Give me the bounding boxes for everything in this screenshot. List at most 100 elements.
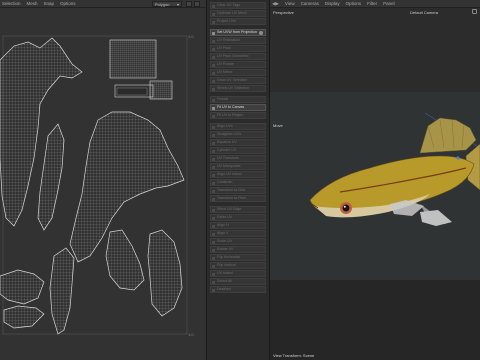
- viewport-menu-options[interactable]: Options: [346, 1, 362, 6]
- cmd-item[interactable]: UV Transform: [210, 155, 266, 162]
- uv-menu-snap[interactable]: Snap: [44, 1, 55, 6]
- cmd-item[interactable]: UV Rotate: [210, 61, 266, 68]
- cmd-item[interactable]: UV Mirror: [210, 69, 266, 76]
- cmd-item-label: UV Transform: [217, 156, 240, 160]
- uv-menu-mesh[interactable]: Mesh: [27, 1, 38, 6]
- cmd-item[interactable]: Flip Vertical: [210, 262, 266, 269]
- cmd-item[interactable]: Optimize UV Mesh: [210, 10, 266, 17]
- uv-mode-select[interactable]: Polygon: [152, 1, 182, 7]
- settings-dot-icon[interactable]: [259, 31, 263, 35]
- cmd-item[interactable]: Select All: [210, 278, 266, 285]
- viewport-projection-label: Perspective: [273, 10, 294, 15]
- cmd-item[interactable]: UV Manipulate: [210, 163, 266, 170]
- cmd-item-label: Equalize UV: [217, 140, 237, 144]
- cmd-item-label: Shrink UV Selection: [217, 86, 249, 90]
- cmd-item[interactable]: UV Island: [210, 270, 266, 277]
- uv-axis-label-top: 1.0: [188, 34, 194, 39]
- cmd-item-label: Rotate UV: [217, 247, 234, 251]
- cmd-item[interactable]: Relax UV: [210, 214, 266, 221]
- cmd-item[interactable]: Grow UV Selection: [210, 77, 266, 84]
- cmd-item[interactable]: Fit UV to Region: [210, 112, 266, 119]
- cmd-item-label: Clear UV Tags: [217, 3, 241, 7]
- viewport-icons: [472, 9, 477, 14]
- uv-tool-button-1[interactable]: [186, 1, 192, 7]
- viewport-menu-cameras[interactable]: Cameras: [301, 1, 319, 6]
- cmd-item-label: Constrain: [217, 180, 233, 184]
- cmd-item-label: UV Pack: [217, 46, 231, 50]
- cmd-item-label: Flip Vertical: [217, 263, 236, 267]
- cmd-item[interactable]: Cylinder UV: [210, 147, 266, 154]
- uv-menu-options[interactable]: Options: [60, 1, 76, 6]
- viewport-tool-label: Move: [273, 123, 283, 128]
- cmd-item[interactable]: Frontal: [210, 96, 266, 103]
- cmd-item-label: Cylinder UV: [217, 148, 237, 152]
- uv-tool-button-2[interactable]: [194, 1, 200, 7]
- cmd-item-set-uvw-from-projection[interactable]: Set UVW from Projection: [210, 29, 266, 36]
- cmd-item-label: Frontal: [217, 97, 229, 101]
- cmd-item[interactable]: Flip Horizontal: [210, 254, 266, 261]
- cmd-item[interactable]: Scale UV: [210, 238, 266, 245]
- cmd-item[interactable]: Stitch UV Edge: [210, 206, 266, 213]
- cmd-item[interactable]: Align H: [210, 222, 266, 229]
- cmd-item-label: UV Mirror: [217, 70, 233, 74]
- uv-mesh-islands: [0, 35, 188, 335]
- cmd-item-label: Align V: [217, 231, 229, 235]
- cmd-item-label: UV Island: [217, 271, 233, 275]
- cmd-item-label: Set UVW from Projection: [217, 30, 257, 34]
- cmd-item[interactable]: Align V: [210, 230, 266, 237]
- uv-toolbar-buttons: [186, 1, 200, 7]
- cmd-item-label: Straighten UVs: [217, 132, 242, 136]
- cmd-item[interactable]: UV Relaxation: [210, 37, 266, 44]
- cmd-item-label: Fit UV to Canvas: [217, 105, 245, 109]
- viewport-menu-view[interactable]: View: [285, 1, 295, 6]
- cmd-item[interactable]: Constrain: [210, 179, 266, 186]
- cmd-item-label: Transform to Grid: [217, 188, 246, 192]
- viewport-status-text: View Transform: Scene: [273, 353, 315, 358]
- cmd-item-label: Transform to Pixel: [217, 196, 247, 200]
- cmd-item-label: Align UVs: [217, 124, 233, 128]
- cmd-item[interactable]: Deselect: [210, 286, 266, 293]
- viewport-menubar: ◀▶ View Cameras Display Options Filter P…: [270, 0, 480, 8]
- cmd-item-label: UV Manipulate: [217, 164, 241, 168]
- cmd-item[interactable]: Align UV Island: [210, 171, 266, 178]
- cmd-item-label: Project UVs: [217, 19, 236, 23]
- viewport-camera-label[interactable]: Default Camera: [410, 10, 438, 15]
- cmd-item[interactable]: Straighten UVs: [210, 131, 266, 138]
- cmd-item[interactable]: Transform to Pixel: [210, 195, 266, 202]
- uv-canvas[interactable]: 1.0 1.0: [0, 8, 206, 360]
- cmd-item-label: Scale UV: [217, 239, 232, 243]
- cmd-item-label: Align H: [217, 223, 229, 227]
- 3d-viewport[interactable]: Perspective Default Camera Move View Tra…: [270, 8, 480, 360]
- cmd-item-fit-uv-to-canvas[interactable]: Fit UV to Canvas: [210, 104, 266, 111]
- viewport-menu-display[interactable]: Display: [325, 1, 340, 6]
- cmd-item[interactable]: Clear UV Tags: [210, 2, 266, 9]
- uv-menu-selection[interactable]: Selection: [2, 1, 21, 6]
- cmd-item-label: Flip Horizontal: [217, 255, 240, 259]
- cmd-item[interactable]: Align UVs: [210, 123, 266, 130]
- cmd-item-label: Grow UV Selection: [217, 78, 248, 82]
- cmd-item[interactable]: Shrink UV Selection: [210, 85, 266, 92]
- viewport-settings-icon[interactable]: [472, 9, 477, 14]
- cmd-item[interactable]: Transform to Grid: [210, 187, 266, 194]
- viewport-menu-filter[interactable]: Filter: [367, 1, 377, 6]
- cmd-item-label: Select All: [217, 279, 232, 283]
- cmd-item-label: Stitch UV Edge: [217, 207, 242, 211]
- cmd-item[interactable]: UV Pack: [210, 45, 266, 52]
- cmd-item-label: UV Pack Geometric: [217, 54, 249, 58]
- fish-model: [309, 112, 480, 226]
- uv-axis-label-bottom: 1.0: [188, 332, 194, 337]
- cmd-item-label: UV Relaxation: [217, 38, 240, 42]
- cmd-item-label: Deselect: [217, 287, 231, 291]
- cmd-item[interactable]: Rotate UV: [210, 246, 266, 253]
- cmd-item-label: Optimize UV Mesh: [217, 11, 247, 15]
- viewport-menu-panel[interactable]: Panel: [383, 1, 395, 6]
- cmd-item-label: UV Rotate: [217, 62, 234, 66]
- viewport-nav-arrows-icon[interactable]: ◀▶: [272, 1, 279, 7]
- cmd-item-label: Relax UV: [217, 215, 233, 219]
- uv-command-panel: Clear UV Tags Optimize UV Mesh Project U…: [206, 0, 270, 360]
- cmd-item[interactable]: Equalize UV: [210, 139, 266, 146]
- cmd-item-label: Fit UV to Region: [217, 113, 244, 117]
- cmd-item[interactable]: Project UVs: [210, 18, 266, 25]
- cmd-item[interactable]: UV Pack Geometric: [210, 53, 266, 60]
- cmd-item-label: Align UV Island: [217, 172, 242, 176]
